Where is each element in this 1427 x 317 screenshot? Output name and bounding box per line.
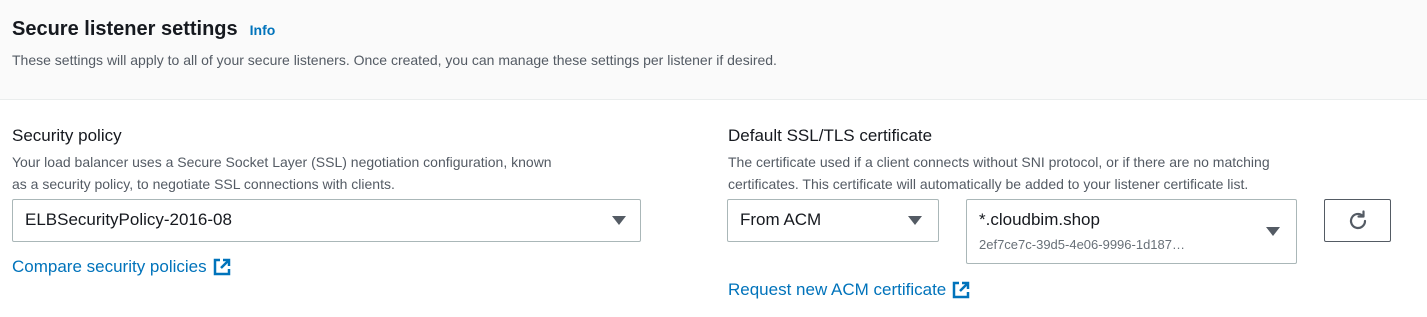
certificate-description-line1: The certificate used if a client connect… (728, 154, 1270, 170)
caret-down-icon (612, 216, 626, 225)
security-policy-label: Security policy (12, 126, 122, 145)
certificate-label: Default SSL/TLS certificate (728, 126, 933, 145)
compare-security-policies-label: Compare security policies (12, 257, 207, 276)
request-acm-certificate-label: Request new ACM certificate (728, 280, 947, 299)
external-link-icon (953, 281, 970, 299)
info-link[interactable]: Info (250, 22, 276, 38)
refresh-certificates-button[interactable] (1324, 199, 1391, 242)
request-acm-certificate-link[interactable]: Request new ACM certificate (728, 280, 970, 300)
external-link-icon (213, 258, 230, 276)
section-description: These settings will apply to all of your… (12, 52, 777, 68)
security-policy-description-line2: as a security policy, to negotiate SSL c… (12, 176, 395, 192)
certificate-source-select[interactable]: From ACM (727, 199, 939, 242)
certificate-select[interactable]: *.cloudbim.shop 2ef7ce7c-39d5-4e06-9996-… (966, 199, 1297, 264)
refresh-icon (1349, 209, 1366, 229)
caret-down-icon (908, 216, 922, 225)
security-policy-description: Your load balancer uses a Secure Socket … (12, 151, 552, 195)
certificate-description-line2: certificates. This certificate will auto… (728, 176, 1249, 192)
title-row: Secure listener settings Info (12, 18, 275, 41)
security-policy-description-line1: Your load balancer uses a Secure Socket … (12, 154, 552, 170)
section-header: Secure listener settings Info These sett… (0, 0, 1427, 100)
section-title: Secure listener settings (12, 18, 238, 40)
security-policy-value: ELBSecurityPolicy-2016-08 (25, 210, 232, 229)
certificate-id: 2ef7ce7c-39d5-4e06-9996-1d187… (979, 237, 1185, 252)
caret-down-icon (1266, 227, 1280, 236)
certificate-source-value: From ACM (740, 210, 822, 229)
certificate-name: *.cloudbim.shop (979, 210, 1100, 229)
certificate-description: The certificate used if a client connect… (728, 151, 1270, 195)
compare-security-policies-link[interactable]: Compare security policies (12, 257, 231, 277)
security-policy-select[interactable]: ELBSecurityPolicy-2016-08 (12, 199, 641, 242)
